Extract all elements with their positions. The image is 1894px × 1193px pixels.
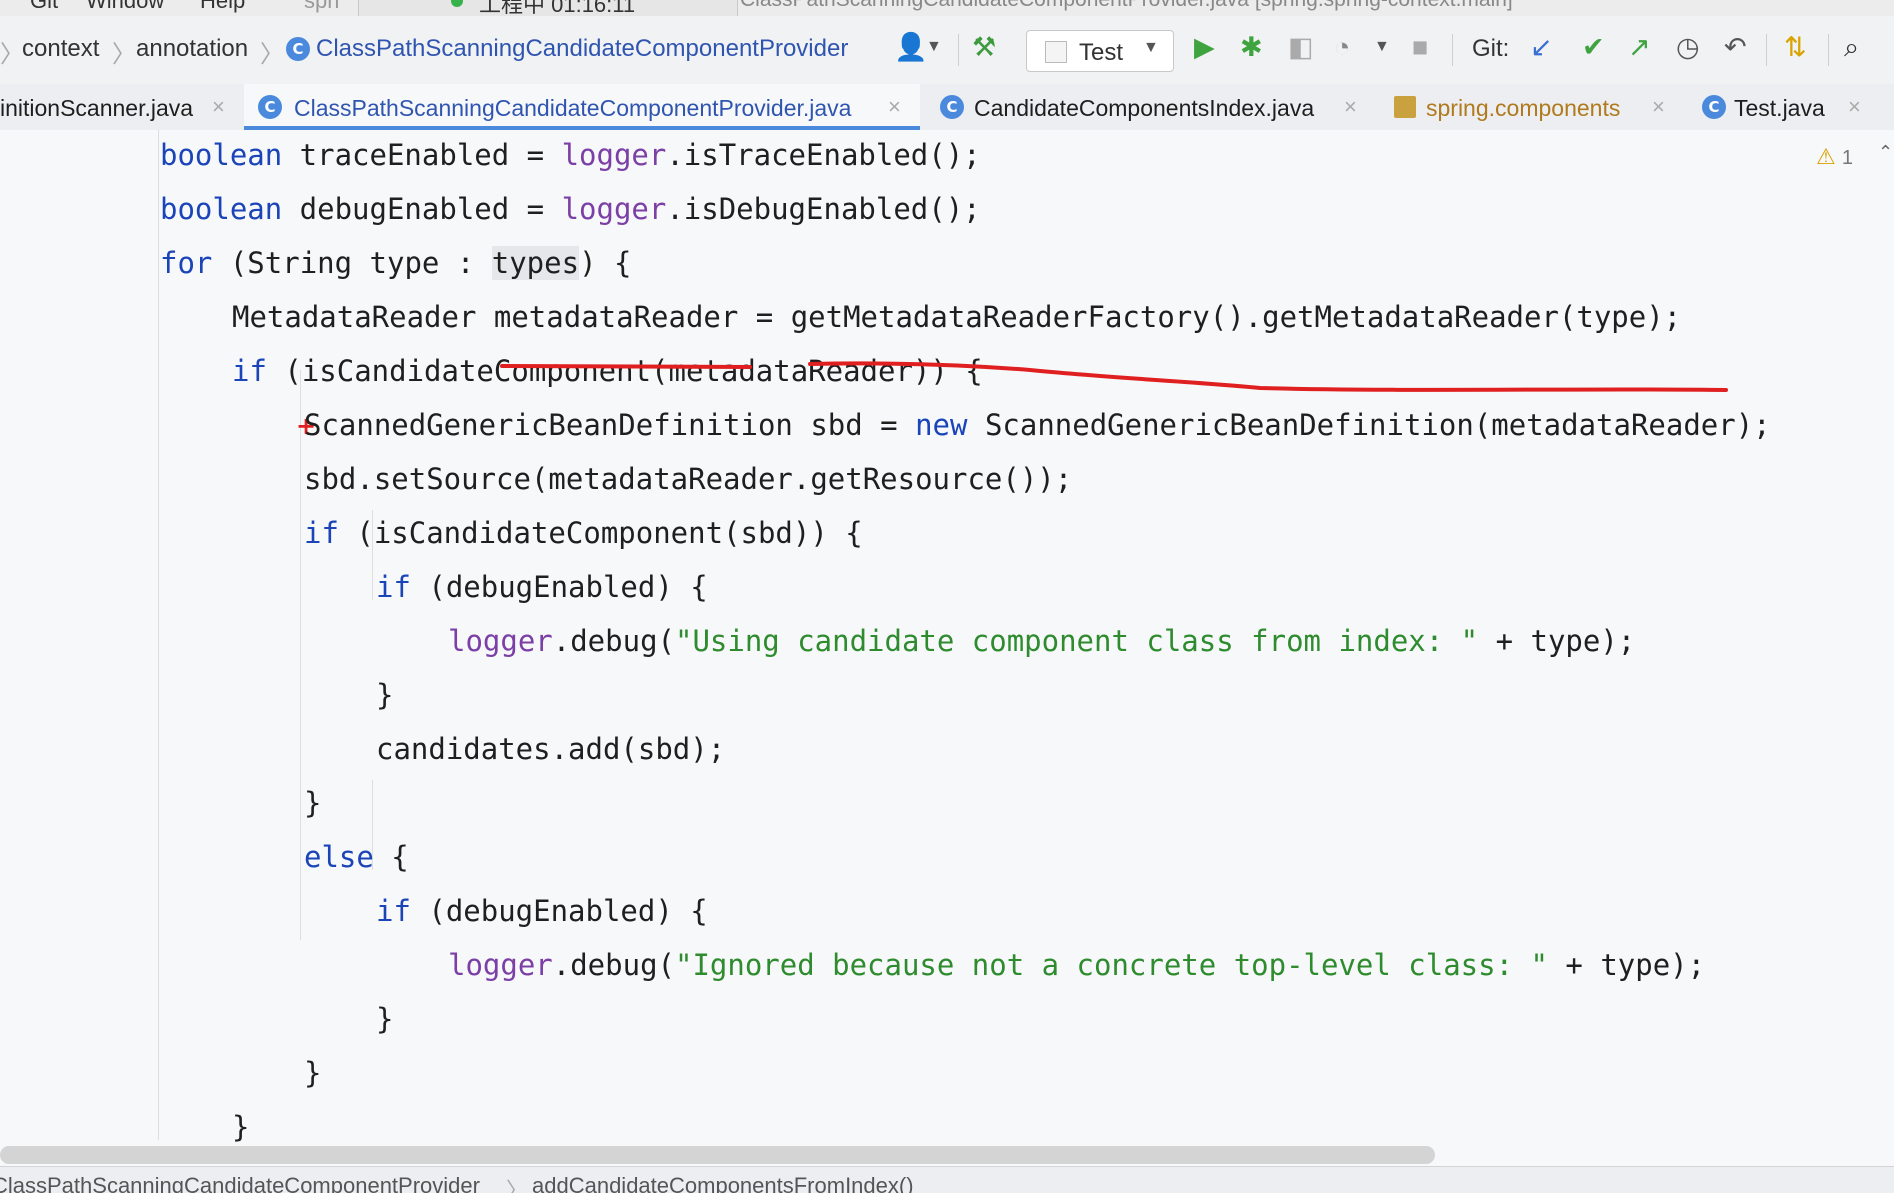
breadcrumb-annotation[interactable]: annotation bbox=[136, 35, 248, 63]
user-icon[interactable]: 👤 bbox=[894, 32, 928, 62]
properties-file-icon bbox=[1394, 96, 1416, 118]
search-icon[interactable]: ⌕ bbox=[1844, 32, 1859, 62]
close-icon[interactable]: × bbox=[1848, 94, 1861, 120]
recording-timer: 工程中 01:16:11 bbox=[479, 0, 636, 16]
menu-bar: ▾ Git Window Help spri 工程中 01:16:11 Clas… bbox=[0, 0, 1894, 16]
rollback-icon[interactable]: ↶ bbox=[1724, 32, 1747, 62]
toolbar-divider bbox=[1452, 34, 1453, 66]
window-title: ClassPathScanningCandidateComponentProvi… bbox=[740, 0, 1513, 12]
tab-annotation-bean-definition-scanner[interactable]: initionScanner.java × bbox=[0, 84, 238, 130]
class-icon: C bbox=[940, 95, 964, 119]
breadcrumb-class[interactable]: ClassPathScanningCandidateComponentProvi… bbox=[316, 35, 848, 63]
tab-label: initionScanner.java bbox=[0, 95, 194, 121]
tab-label: spring.components bbox=[1426, 95, 1621, 121]
breadcrumb-context[interactable]: context bbox=[22, 35, 99, 63]
toolbar-divider bbox=[958, 34, 959, 66]
chevron-down-icon[interactable]: ▼ bbox=[1374, 32, 1390, 62]
breadcrumb-separator: 〉 bbox=[0, 41, 24, 68]
menu-item-window[interactable]: Window bbox=[86, 0, 164, 14]
vcs-operations-icon[interactable]: ⇅ bbox=[1784, 32, 1807, 62]
breadcrumb-separator: 〉 bbox=[260, 41, 284, 68]
chevron-down-icon: ▼ bbox=[1143, 39, 1159, 56]
structure-breadcrumb: ClassPathScanningCandidateComponentProvi… bbox=[0, 1166, 1894, 1193]
menu-item-git[interactable]: Git bbox=[30, 0, 58, 14]
recording-widget[interactable]: 工程中 01:16:11 bbox=[358, 0, 738, 16]
tab-candidate-components-index[interactable]: C CandidateComponentsIndex.java × bbox=[932, 84, 1388, 130]
run-icon[interactable]: ▶ bbox=[1194, 32, 1215, 62]
underline-stroke-variable bbox=[500, 364, 752, 369]
class-icon: C bbox=[258, 95, 282, 119]
menu-item-help[interactable]: Help bbox=[200, 0, 245, 14]
tab-label: CandidateComponentsIndex.java bbox=[974, 95, 1315, 121]
close-icon[interactable]: × bbox=[212, 94, 225, 120]
tab-label: Test.java bbox=[1734, 95, 1825, 121]
editor-tabs: initionScanner.java × C ClassPathScannin… bbox=[0, 84, 1894, 131]
stop-icon[interactable]: ■ bbox=[1412, 32, 1428, 62]
class-icon: C bbox=[1702, 95, 1726, 119]
tab-spring-components[interactable]: spring.components × bbox=[1392, 84, 1682, 130]
git-push-icon[interactable]: ↗ bbox=[1628, 32, 1651, 62]
menu-item-project[interactable]: spri bbox=[304, 0, 339, 14]
navigation-bar: 〉 context 〉 annotation 〉 C ClassPathScan… bbox=[0, 16, 1894, 85]
pen-annotation bbox=[500, 361, 1728, 392]
close-icon[interactable]: × bbox=[1652, 94, 1665, 120]
chevron-down-icon[interactable]: ▼ bbox=[926, 32, 942, 62]
coverage-icon[interactable]: ◧ bbox=[1288, 32, 1314, 62]
toolbar-divider bbox=[1766, 34, 1767, 66]
run-configuration-select[interactable]: Test ▼ bbox=[1026, 30, 1174, 72]
build-hammer-icon[interactable]: ⚒ bbox=[972, 32, 996, 62]
horizontal-scrollbar[interactable] bbox=[0, 1146, 1435, 1164]
debug-bug-icon[interactable]: ✱ bbox=[1240, 32, 1263, 62]
history-clock-icon[interactable]: ◷ bbox=[1676, 32, 1700, 62]
breadcrumb-class[interactable]: ClassPathScanningCandidateComponentProvi… bbox=[0, 1173, 480, 1193]
breadcrumb-separator: 〉 bbox=[112, 41, 136, 68]
profile-icon[interactable]: ◔ bbox=[1334, 32, 1350, 62]
tab-label: ClassPathScanningCandidateComponentProvi… bbox=[294, 95, 852, 121]
breadcrumb-method[interactable]: addCandidateComponentsFromIndex() bbox=[532, 1173, 914, 1193]
tab-class-path-scanning-provider[interactable]: C ClassPathScanningCandidateComponentPro… bbox=[244, 84, 920, 130]
git-label: Git: bbox=[1472, 35, 1510, 62]
code-editor[interactable]: ⚠ 1 ⌃ + } boolean traceEnabled = logger.… bbox=[0, 130, 1894, 1166]
git-update-icon[interactable]: ↙ bbox=[1530, 32, 1553, 62]
git-commit-icon[interactable]: ✔ bbox=[1582, 32, 1605, 62]
run-configuration-label: Test bbox=[1079, 39, 1124, 66]
toolbar-divider bbox=[1828, 34, 1829, 66]
recording-dot-icon bbox=[451, 0, 463, 7]
underline-stroke-method bbox=[808, 361, 1728, 392]
breadcrumb-separator: 〉 bbox=[506, 1178, 529, 1193]
config-file-icon bbox=[1045, 41, 1067, 63]
tab-test-java[interactable]: C Test.java × bbox=[1698, 84, 1894, 130]
class-icon: C bbox=[286, 37, 310, 61]
close-icon[interactable]: × bbox=[888, 94, 901, 120]
close-icon[interactable]: × bbox=[1344, 94, 1357, 120]
